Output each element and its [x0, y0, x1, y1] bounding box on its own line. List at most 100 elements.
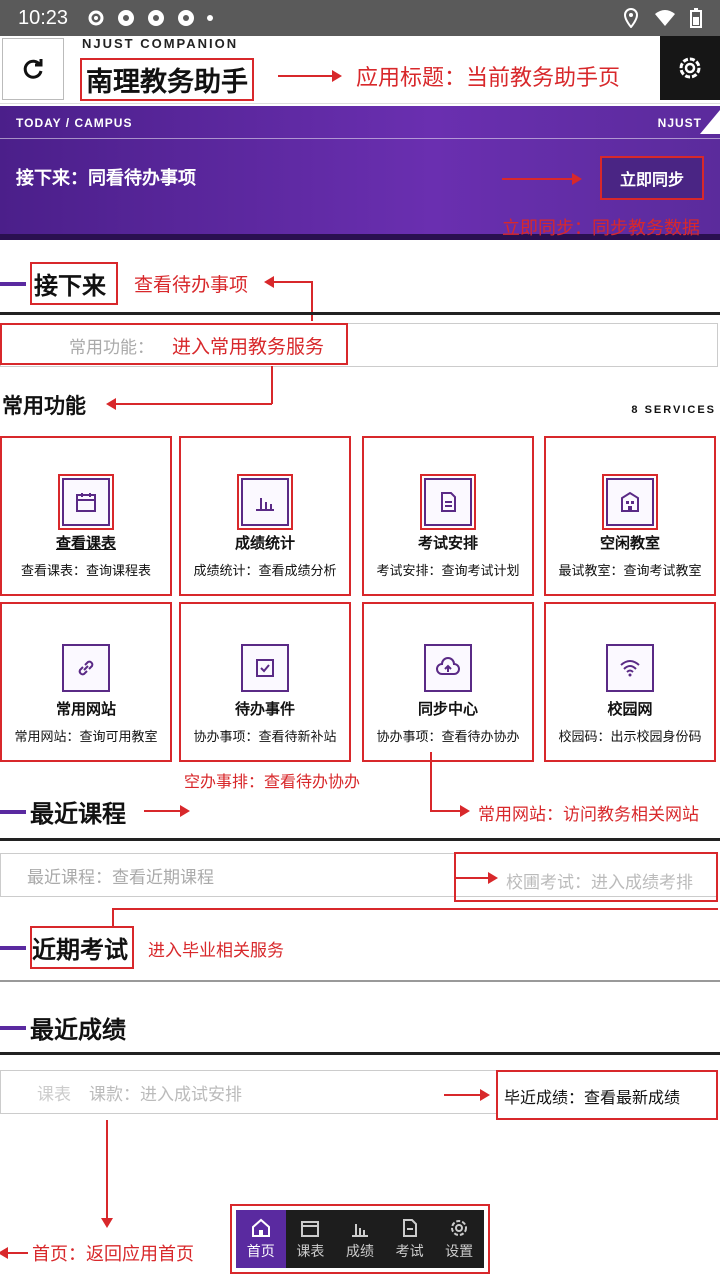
aperture-icon [178, 10, 195, 26]
annotation-grades: 毕近成绩：查看最新成绩 [504, 1088, 681, 1107]
service-card-websites[interactable]: 常用网站 常用网站：查询可用教室 [0, 602, 172, 762]
service-card-sync[interactable]: 同步中心 协办事项：查看待办协办 [362, 602, 534, 762]
sync-now-button[interactable]: 立即同步 [600, 156, 704, 200]
building-icon [602, 474, 658, 530]
annotation-arrow [456, 872, 498, 884]
status-bar: 10:23 [0, 0, 720, 36]
battery-icon [690, 8, 702, 28]
service-desc: 成绩统计：查看成绩分析 [193, 564, 337, 579]
courses-entry-label: 最近课程：查看近期课程 [27, 867, 214, 888]
annotation-connector [430, 752, 432, 810]
wifi-icon [655, 10, 675, 26]
section-next-title: 接下来 [30, 262, 118, 305]
location-icon [623, 8, 639, 28]
link-icon [62, 644, 110, 692]
gear-icon [679, 57, 701, 79]
nav-grades[interactable]: 成绩 [335, 1210, 385, 1268]
gear-icon [451, 1219, 468, 1236]
service-name: 待办事件 [234, 700, 295, 718]
section-divider [0, 980, 720, 982]
annotation-sync: 立即同步：同步教务数据 [502, 218, 700, 239]
annotation-arrow [106, 398, 272, 410]
annotation-connector [112, 908, 718, 910]
service-desc: 协办事项：查看待新补站 [193, 730, 337, 745]
service-name: 同步中心 [417, 700, 478, 718]
banner-label: TODAY / CAMPUS [16, 116, 133, 130]
service-desc: 考试安排：查询考试计划 [376, 564, 520, 579]
banner-brand: NJUST [657, 116, 702, 130]
status-system-icons [622, 8, 702, 28]
bottom-nav: 首页 课表 成绩 考试 设置 [230, 1204, 490, 1274]
service-name: 查看课表 [55, 534, 116, 552]
nav-label: 成绩 [345, 1243, 374, 1260]
service-name: 成绩统计 [234, 534, 295, 552]
nav-exams[interactable]: 考试 [385, 1210, 435, 1268]
service-card-todo[interactable]: 待办事件 协办事项：查看待新补站 [179, 602, 351, 762]
document-icon [402, 1218, 417, 1237]
nav-settings[interactable]: 设置 [434, 1210, 484, 1268]
nav-home[interactable]: 首页 [236, 1210, 286, 1268]
annotation-exams-box: 校圃考试：进入成绩考排 [506, 873, 693, 893]
service-desc: 查看课表：查询课程表 [20, 564, 151, 579]
grades-entry-tag: 课表 [37, 1084, 71, 1105]
section-accent [0, 945, 26, 950]
section-accent [0, 809, 26, 814]
service-name: 校园网 [607, 700, 653, 718]
aperture-icon [118, 10, 135, 26]
grades-entry-label: 课款：进入成试安排 [89, 1084, 242, 1105]
nav-label: 考试 [395, 1243, 424, 1260]
nav-label: 设置 [445, 1243, 474, 1260]
bar-chart-icon [351, 1223, 368, 1237]
settings-button[interactable] [660, 36, 720, 100]
section-divider [0, 1052, 720, 1055]
section-recent-courses: 最近课程 [0, 794, 126, 829]
banner-divider [0, 138, 720, 139]
wifi-icon [606, 644, 654, 692]
calendar-icon [58, 474, 114, 530]
annotation-arrow [278, 70, 342, 82]
annotation-arrow [444, 1089, 490, 1101]
dot-icon [207, 15, 214, 21]
section-upcoming-exams-title: 近期考试 [30, 926, 134, 969]
section-accent [0, 281, 26, 286]
service-desc: 常用网站：查询可用教室 [14, 730, 158, 745]
service-card-exams[interactable]: 考试安排 考试安排：查询考试计划 [362, 436, 534, 596]
section-accent [0, 1025, 26, 1030]
annotation-websites: 常用网站：访问教务相关网站 [478, 805, 699, 825]
nav-label: 课表 [296, 1243, 325, 1260]
gear-icon [88, 10, 104, 26]
nav-schedule[interactable]: 课表 [286, 1210, 336, 1268]
annotation-connector [271, 366, 273, 404]
section-divider [0, 838, 720, 841]
annotation-arrow [0, 1247, 28, 1259]
annotation-arrow [101, 1120, 113, 1228]
annotation-home: 首页：返回应用首页 [32, 1244, 194, 1265]
service-desc: 最试教室：查询考试教室 [558, 564, 702, 579]
status-notification-icons [86, 8, 214, 28]
annotation-arrow [430, 805, 470, 817]
annotation-arrow [264, 276, 312, 288]
home-icon [251, 1218, 270, 1237]
section-divider [0, 312, 720, 315]
service-card-grades[interactable]: 成绩统计 成绩统计：查看成绩分析 [179, 436, 351, 596]
refresh-icon [23, 59, 43, 79]
service-card-classrooms[interactable]: 空闲教室 最试教室：查询考试教室 [544, 436, 716, 596]
refresh-button[interactable] [2, 38, 64, 100]
services-grid: 查看课表 查看课表：查询课程表 成绩统计 成绩统计：查看成绩分析 考试安排 考试… [0, 436, 720, 766]
annotation-connector [311, 281, 313, 321]
annotation-next: 查看待办事项 [134, 274, 249, 296]
section-recent-grades-title: 最近成绩 [30, 1016, 126, 1044]
banner-corner [700, 110, 720, 134]
service-name: 常用网站 [55, 700, 116, 718]
annotation-services-row: 进入常用教务服务 [172, 336, 325, 358]
aperture-icon [148, 10, 165, 26]
annotation-connector [112, 908, 114, 926]
service-card-schedule[interactable]: 查看课表 查看课表：查询课程表 [0, 436, 172, 596]
service-name: 空闲教室 [599, 534, 660, 552]
checkbox-icon [241, 644, 289, 692]
section-upcoming-exams: 近期考试 [0, 926, 134, 969]
service-card-campus-network[interactable]: 校园网 校园码：出示校园身份码 [544, 602, 716, 762]
annotation-graduation: 进入毕业相关服务 [148, 941, 284, 961]
section-recent-grades: 最近成绩 [0, 1010, 126, 1045]
section-recent-courses-title: 最近课程 [30, 800, 126, 828]
